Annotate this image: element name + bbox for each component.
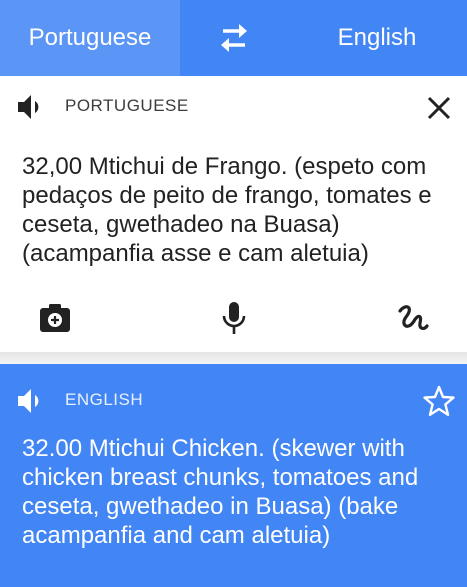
target-language-heading: ENGLISH — [65, 390, 144, 409]
speaker-icon[interactable] — [16, 386, 46, 416]
source-panel: PORTUGUESE 32,00 Mtichui de Frango. (esp… — [0, 76, 467, 352]
source-language-tab[interactable]: Portuguese — [0, 0, 180, 76]
translated-text[interactable]: 32.00 Mtichui Chicken. (skewer with chic… — [22, 434, 452, 550]
microphone-icon[interactable] — [217, 301, 251, 335]
camera-icon[interactable] — [38, 301, 72, 335]
language-bar: Portuguese English — [0, 0, 467, 76]
source-header: PORTUGUESE — [0, 76, 467, 136]
translation-panel: ENGLISH 32.00 Mtichui Chicken. (skewer w… — [0, 364, 467, 587]
panel-divider — [0, 352, 467, 364]
target-language-label: English — [337, 24, 417, 51]
swap-arrows-icon[interactable] — [215, 20, 253, 56]
star-icon[interactable] — [422, 384, 456, 418]
handwriting-icon[interactable] — [396, 301, 430, 335]
source-text[interactable]: 32,00 Mtichui de Frango. (espeto com ped… — [22, 152, 452, 268]
target-language-tab[interactable]: English — [287, 0, 467, 76]
speaker-icon[interactable] — [16, 92, 46, 122]
source-language-label: Portuguese — [28, 24, 152, 51]
close-icon[interactable] — [425, 94, 453, 122]
source-language-heading: PORTUGUESE — [65, 96, 189, 115]
